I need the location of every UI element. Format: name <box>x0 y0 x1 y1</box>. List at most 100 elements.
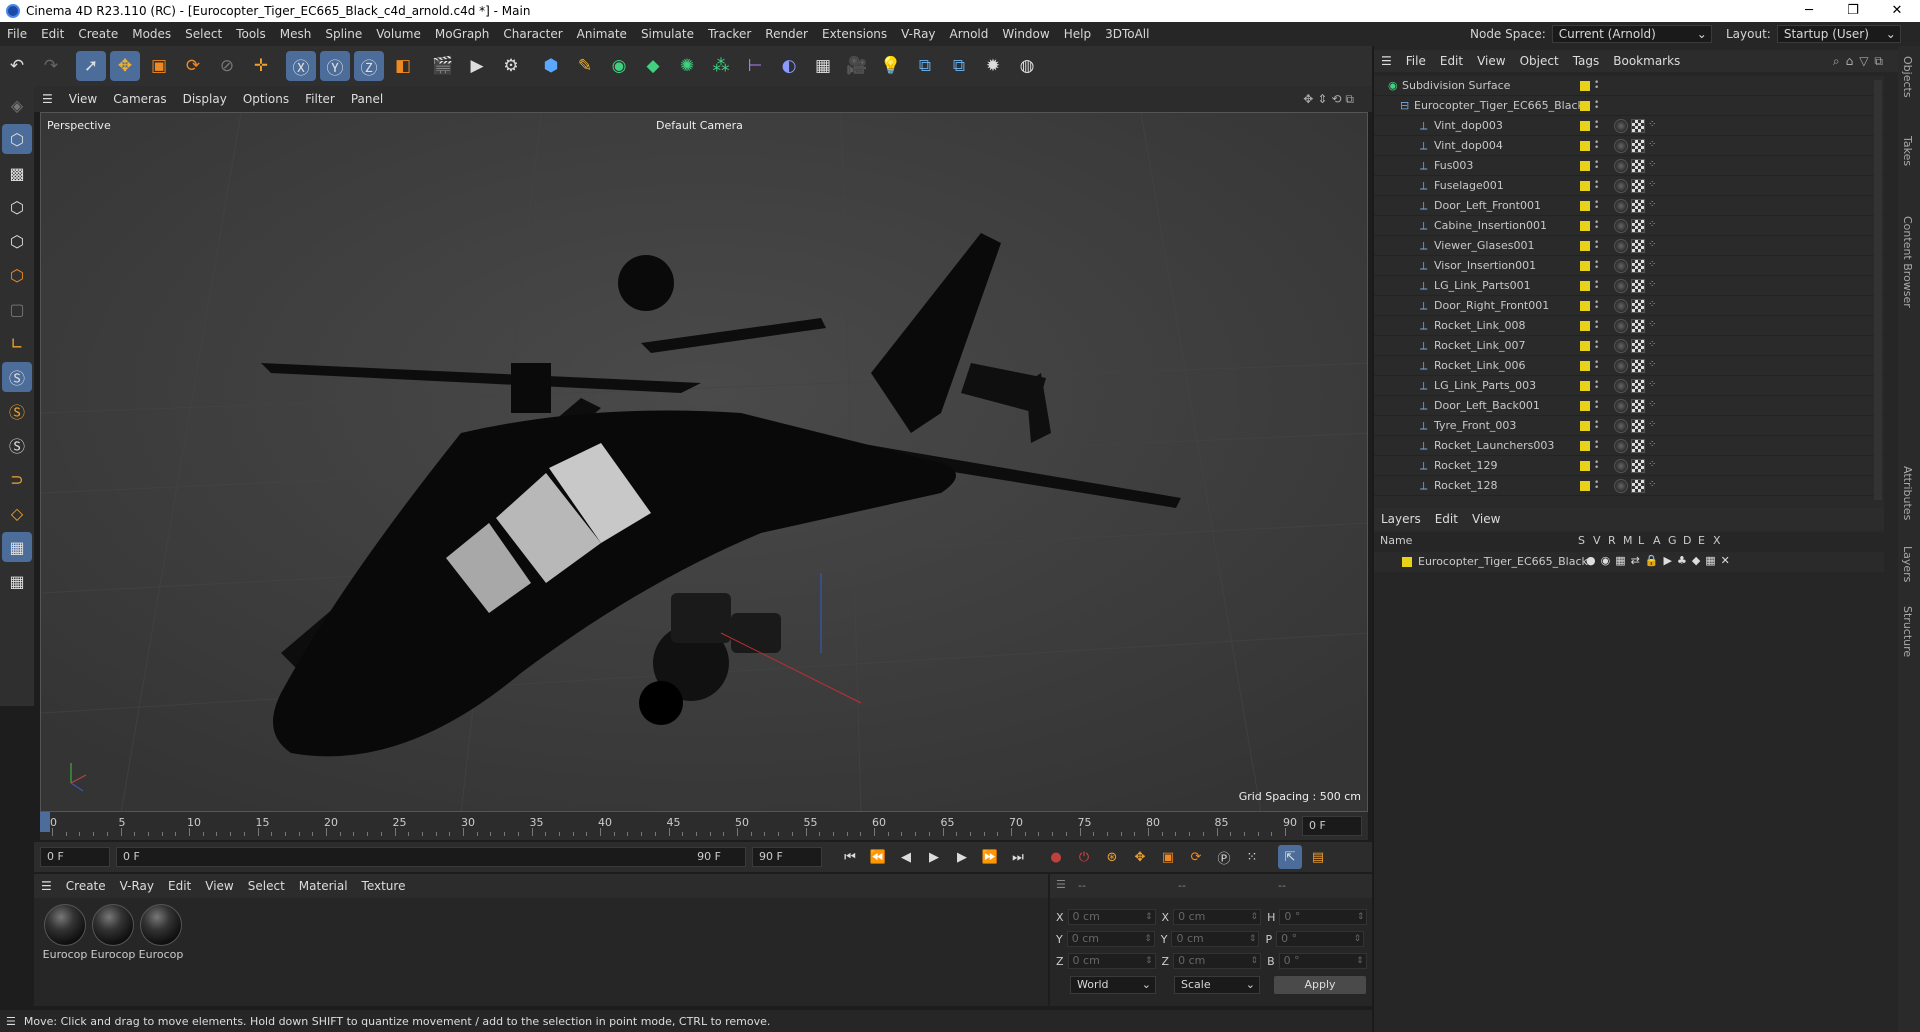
tree-row[interactable]: ⟂ Fus003 • • ⁘ <box>1374 156 1884 176</box>
render-view-icon[interactable]: 🎬 <box>428 51 458 81</box>
grid-icon[interactable]: ▦ <box>2 532 32 562</box>
layer-row[interactable]: Eurocopter_Tiger_EC665_Black ●◉▦⇄🔒▶♣◆▦✕ <box>1374 552 1884 572</box>
axis-mode-icon[interactable]: ∟ <box>2 328 32 358</box>
light-icon[interactable]: 💡 <box>876 51 906 81</box>
arnold-tag-icon[interactable]: ⁘ <box>1648 459 1662 473</box>
texture-tag-icon[interactable] <box>1631 258 1645 273</box>
texture-tag-icon[interactable] <box>1631 178 1645 193</box>
playhead[interactable] <box>40 812 50 832</box>
layer-flag-column[interactable]: G <box>1668 534 1677 547</box>
next-frame-icon[interactable]: ▶ <box>950 845 974 869</box>
texture-tag-icon[interactable] <box>1631 298 1645 313</box>
tree-row[interactable]: ⟂ LG_Link_Parts001 • • ⁘ <box>1374 276 1884 296</box>
prev-key-icon[interactable]: ⏪ <box>866 845 890 869</box>
texture-tag-icon[interactable] <box>1631 138 1645 153</box>
visibility-dots-icon[interactable]: • • <box>1594 258 1599 272</box>
visibility-dots-icon[interactable]: • • <box>1594 398 1599 412</box>
start-frame-field[interactable]: 0 F <box>40 847 110 867</box>
pen-spline-icon[interactable]: ✎ <box>570 51 600 81</box>
material-tag-icon[interactable] <box>1614 378 1628 393</box>
render-picture-icon[interactable]: ▶ <box>462 51 492 81</box>
visibility-dots-icon[interactable]: • • <box>1594 318 1599 332</box>
visibility-dots-icon[interactable]: • • <box>1594 458 1599 472</box>
x-axis-icon[interactable]: Ⓧ <box>286 51 316 81</box>
viewport-menu-options[interactable]: Options <box>235 92 297 106</box>
layer-color-tag[interactable] <box>1580 420 1590 431</box>
visibility-dots-icon[interactable]: • • <box>1594 218 1599 232</box>
menu-tools[interactable]: Tools <box>229 27 273 41</box>
arnold-tag-icon[interactable]: ⁘ <box>1648 399 1662 413</box>
coord-field[interactable]: 0 ° ⇕ <box>1278 953 1367 969</box>
visibility-dots-icon[interactable]: • • <box>1594 358 1599 372</box>
key-rotation-icon[interactable]: ⟳ <box>1184 845 1208 869</box>
coord-mode-dropdown[interactable]: Scale ⌄ <box>1174 976 1260 994</box>
stepper-icon[interactable]: ⇕ <box>1354 932 1362 946</box>
timeline-ruler[interactable]: 0 F 0 5 10 15 20 25 30 35 40 45 50 55 60 65 70 75 80 85 90 <box>40 812 1368 840</box>
magnet-icon[interactable]: ⊃ <box>2 464 32 494</box>
coord-field[interactable]: 0 cm ⇕ <box>1171 931 1260 947</box>
material-tag-icon[interactable] <box>1614 458 1628 473</box>
layer-color-swatch[interactable] <box>1402 557 1412 567</box>
layer-color-tag[interactable] <box>1580 300 1590 311</box>
record-icon[interactable]: ● <box>1044 845 1068 869</box>
layer-color-tag[interactable] <box>1580 140 1590 151</box>
tree-row[interactable]: ⟂ Vint_dop004 • • ⁘ <box>1374 136 1884 156</box>
cube-icon[interactable]: ⬢ <box>536 51 566 81</box>
workplane-icon[interactable]: ◇ <box>2 498 32 528</box>
layer-flag-column[interactable]: E <box>1698 534 1705 547</box>
texture-mode-icon[interactable]: ▩ <box>2 158 32 188</box>
coord-field[interactable]: 0 cm ⇕ <box>1173 909 1262 925</box>
hamburger-icon[interactable]: ☰ <box>1374 54 1399 68</box>
arnold-tag-icon[interactable]: ⁘ <box>1648 159 1662 173</box>
play-icon[interactable]: ▶ <box>922 845 946 869</box>
visibility-dots-icon[interactable]: • • <box>1594 418 1599 432</box>
texture-tag-icon[interactable] <box>1631 158 1645 173</box>
deformer-icon[interactable]: ⊢ <box>740 51 770 81</box>
camera-label[interactable]: Default Camera <box>656 119 743 132</box>
side-tab-objects[interactable]: Objects <box>1901 56 1914 98</box>
stepper-icon[interactable]: ⇕ <box>1356 954 1364 968</box>
stepper-icon[interactable]: ⇕ <box>1249 932 1257 946</box>
tree-row[interactable]: ⟂ Rocket_Launchers003 • • ⁘ <box>1374 436 1884 456</box>
texture-tag-icon[interactable] <box>1631 278 1645 293</box>
scale-tool-icon[interactable]: ▣ <box>144 51 174 81</box>
material-tag-icon[interactable] <box>1614 338 1628 353</box>
texture-tag-icon[interactable] <box>1631 418 1645 433</box>
texture-tag-icon[interactable] <box>1631 378 1645 393</box>
tree-scrollbar[interactable] <box>1874 80 1882 500</box>
menu-tracker[interactable]: Tracker <box>701 27 758 41</box>
coord-field[interactable]: 0 cm ⇕ <box>1067 909 1156 925</box>
arnold-tag-icon[interactable]: ⁘ <box>1648 339 1662 353</box>
menu-window[interactable]: Window <box>995 27 1056 41</box>
visibility-dots-icon[interactable]: • • <box>1594 198 1599 212</box>
current-frame-field[interactable]: 0 F <box>1302 816 1362 836</box>
arnold-tag-icon[interactable]: ⁘ <box>1648 379 1662 393</box>
minimize-button[interactable]: ─ <box>1786 0 1832 22</box>
material-tag-icon[interactable] <box>1614 158 1628 173</box>
go-to-start-icon[interactable]: ⏮ <box>838 845 862 869</box>
settings-gear-icon[interactable]: ✹ <box>978 51 1008 81</box>
arnold-tag-icon[interactable]: ⁘ <box>1648 179 1662 193</box>
object-menu-object[interactable]: Object <box>1513 54 1566 68</box>
visibility-dots-icon[interactable]: • • <box>1594 238 1599 252</box>
texture-tag-icon[interactable] <box>1631 238 1645 253</box>
layer-menu-edit[interactable]: Edit <box>1428 512 1465 526</box>
material-tag-icon[interactable] <box>1614 218 1628 233</box>
material-menu-create[interactable]: Create <box>59 879 113 893</box>
viewport-menu-filter[interactable]: Filter <box>297 92 343 106</box>
viewport-menu-panel[interactable]: Panel <box>343 92 391 106</box>
material-tag-icon[interactable] <box>1614 178 1628 193</box>
tree-row-subdivision[interactable]: ◉ Subdivision Surface • • <box>1374 76 1884 96</box>
menu-extensions[interactable]: Extensions <box>815 27 894 41</box>
layer-color-tag[interactable] <box>1580 340 1590 351</box>
layer-menu-view[interactable]: View <box>1465 512 1507 526</box>
field-icon[interactable]: ◐ <box>774 51 804 81</box>
material-tag-icon[interactable] <box>1614 358 1628 373</box>
texture-tag-icon[interactable] <box>1631 338 1645 353</box>
menu-spline[interactable]: Spline <box>318 27 369 41</box>
layer-color-tag[interactable] <box>1580 440 1590 451</box>
coordinate-system-icon[interactable]: ◧ <box>388 51 418 81</box>
solo-icon[interactable]: Ⓢ <box>2 430 32 460</box>
hamburger-icon[interactable]: ☰ <box>34 92 61 106</box>
mograph-icon[interactable]: ⁂ <box>706 51 736 81</box>
